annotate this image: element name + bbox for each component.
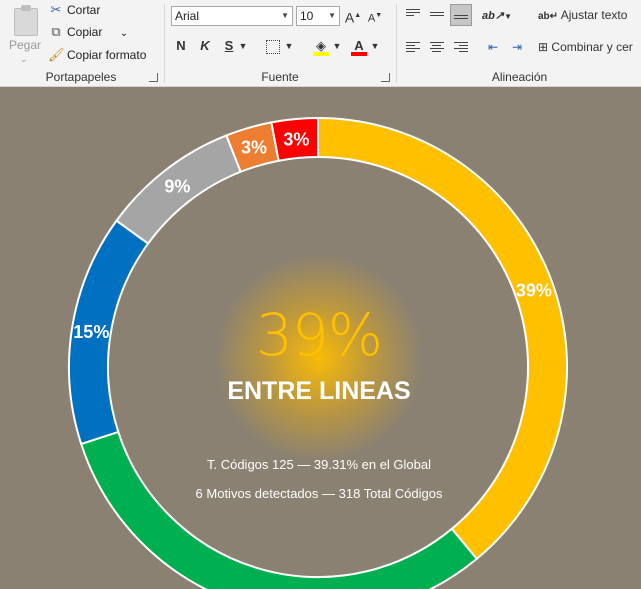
chevron-down-icon: ▼: [328, 11, 336, 20]
merge-label: Combinar y cer: [551, 40, 633, 54]
align-bottom-icon: [454, 15, 468, 21]
font-group-label: Fuente: [261, 70, 299, 84]
dialog-launcher-icon[interactable]: [381, 73, 390, 82]
chevron-down-icon[interactable]: ⌄: [120, 28, 128, 39]
font-name-value: Arial: [175, 9, 200, 23]
align-top-icon: [406, 9, 420, 18]
chevron-down-icon: ⌄: [20, 54, 28, 64]
align-middle-button[interactable]: [426, 4, 448, 26]
slice-data-label: 3%: [241, 138, 267, 158]
group-divider: [164, 4, 165, 82]
merge-center-button[interactable]: ⊞ Combinar y cer: [538, 36, 641, 58]
align-bottom-button[interactable]: [450, 4, 472, 26]
format-painter-button[interactable]: 🖌 Copiar formato: [48, 45, 146, 65]
bold-button[interactable]: N: [170, 35, 192, 57]
cut-label: Cortar: [67, 3, 101, 17]
align-top-button[interactable]: [402, 4, 424, 26]
group-divider: [396, 4, 397, 82]
paint-bucket-icon: ◈: [316, 38, 326, 53]
alignment-group: ab↗▼ ab↵ Ajustar texto ⇤ ⇥ ⊞ Combinar y …: [398, 0, 641, 86]
align-right-button[interactable]: [450, 36, 472, 58]
wrap-text-icon: ab↵: [538, 11, 559, 22]
wrap-text-button[interactable]: ab↵ Ajustar texto: [538, 4, 634, 26]
cut-button[interactable]: ✂ Cortar: [48, 0, 101, 20]
merge-icon: ⊞: [538, 40, 549, 54]
increase-indent-icon: ⇥: [511, 40, 523, 54]
wrap-text-label: Ajustar texto: [560, 8, 628, 22]
align-right-icon: [454, 42, 468, 54]
chevron-down-icon[interactable]: ▼: [330, 35, 344, 57]
bold-icon: N: [176, 38, 186, 53]
align-left-icon: [406, 42, 420, 54]
underline-icon: S: [224, 38, 234, 53]
font-size-value: 10: [300, 9, 314, 23]
font-group: Arial ▼ 10 ▼ A▲ A▼ N K S ▼ ▼ ◈ ▼ A ▼ Fue…: [166, 0, 394, 86]
borders-button[interactable]: [262, 35, 284, 57]
chevron-down-icon[interactable]: ▼: [368, 35, 382, 57]
grow-font-icon: A: [344, 9, 355, 26]
slice-data-label: 39%: [516, 280, 552, 300]
alignment-group-label: Alineación: [491, 70, 548, 84]
center-percent: 39%: [256, 301, 383, 369]
clipboard-group: Pegar ⌄ ✂ Cortar ⧉ Copiar ⌄ 🖌 Copiar format…: [0, 0, 162, 86]
orientation-button[interactable]: ab↗▼: [482, 4, 512, 26]
align-left-button[interactable]: [402, 36, 424, 58]
font-color-icon: A: [354, 38, 364, 53]
slice-data-label: 15%: [73, 322, 109, 342]
font-name-select[interactable]: Arial ▼: [171, 6, 293, 26]
center-line-2: 6 Motivos detectados — 318 Total Códigos: [195, 486, 443, 501]
italic-button[interactable]: K: [194, 35, 216, 57]
paintbrush-icon: 🖌: [48, 47, 65, 62]
ribbon: Pegar ⌄ ✂ Cortar ⧉ Copiar ⌄ 🖌 Copiar format…: [0, 0, 641, 87]
borders-icon: [266, 39, 280, 54]
grow-font-button[interactable]: A▲: [342, 5, 364, 27]
copy-button[interactable]: ⧉ Copiar ⌄: [48, 22, 128, 42]
paste-label: Pegar: [8, 38, 42, 52]
italic-icon: K: [200, 38, 210, 53]
align-center-button[interactable]: [426, 36, 448, 58]
center-title: ENTRE LINEAS: [227, 377, 411, 405]
chart-area[interactable]: 39% 15% 9% 3% 3% 39% ENTRE LINEAS T. Códigos…: [0, 87, 641, 589]
clipboard-group-label: Portapapeles: [45, 70, 117, 84]
font-color-swatch: [351, 52, 367, 56]
decrease-indent-icon: ⇤: [487, 40, 499, 54]
clipboard-icon: [14, 5, 38, 36]
align-middle-icon: [430, 12, 444, 18]
chevron-down-icon: ▼: [281, 11, 289, 20]
slice-data-label: 9%: [164, 177, 190, 197]
center-line-1: T. Códigos 125 — 39.31% en el Global: [206, 457, 432, 472]
chevron-down-icon[interactable]: ▼: [282, 35, 296, 57]
slice-data-label: 3%: [283, 130, 309, 150]
align-center-icon: [430, 42, 444, 54]
scissors-icon: ✂: [50, 2, 62, 17]
chevron-down-icon[interactable]: ▼: [236, 35, 250, 57]
decrease-indent-button[interactable]: ⇤: [482, 36, 504, 58]
fill-color-swatch: [313, 52, 329, 56]
orientation-icon: ab↗: [482, 10, 505, 22]
font-color-button[interactable]: A: [348, 35, 370, 57]
font-size-select[interactable]: 10 ▼: [296, 6, 340, 26]
chevron-down-icon: ▼: [504, 12, 512, 21]
fill-color-button[interactable]: ◈: [310, 35, 332, 57]
copy-label: Copiar: [67, 25, 103, 39]
format-painter-label: Copiar formato: [67, 48, 147, 62]
increase-indent-button[interactable]: ⇥: [506, 36, 528, 58]
shrink-font-button[interactable]: A▼: [364, 5, 386, 27]
dialog-launcher-icon[interactable]: [149, 73, 158, 82]
copy-icon: ⧉: [51, 24, 61, 39]
